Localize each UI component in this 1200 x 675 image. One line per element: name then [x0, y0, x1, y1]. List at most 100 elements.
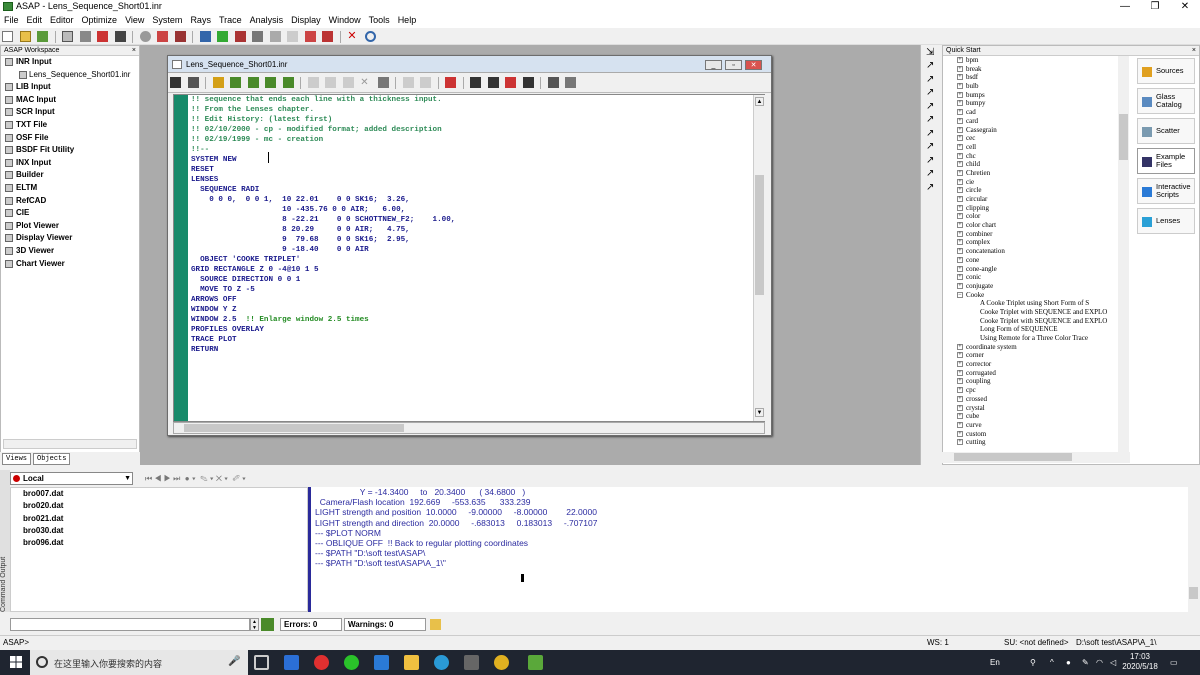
volume-icon[interactable]: ◁ [1110, 658, 1116, 667]
quickstart-close-icon[interactable]: × [1192, 46, 1196, 56]
expand-icon[interactable]: + [957, 395, 963, 402]
expand-icon[interactable]: + [957, 361, 963, 368]
expand-icon[interactable]: + [957, 83, 963, 90]
quickstart-vscroll-thumb[interactable] [1119, 114, 1128, 160]
tray-expand-icon[interactable]: ^ [1050, 658, 1054, 667]
run-line-icon[interactable] [282, 77, 294, 88]
maximize-button[interactable]: ❐ [1140, 0, 1170, 14]
expand-icon[interactable]: + [957, 100, 963, 107]
run-file-icon[interactable] [230, 77, 242, 88]
copy-icon[interactable] [325, 77, 337, 88]
minimize-button[interactable]: — [1110, 0, 1140, 14]
file-list-item[interactable]: bro096.dat [11, 537, 307, 549]
expand-icon[interactable]: + [957, 161, 963, 168]
expand-icon[interactable]: + [957, 256, 963, 263]
output-vscroll-thumb[interactable] [1189, 587, 1198, 599]
wifi-icon[interactable]: ◠ [1096, 658, 1103, 667]
app-sync-icon[interactable] [434, 655, 449, 670]
expand-icon[interactable]: + [957, 143, 963, 150]
quickstart-item[interactable]: + color chart [942, 221, 1130, 230]
bookmark-icon[interactable] [445, 77, 457, 88]
editor-vscroll[interactable]: ▲ ▼ [753, 95, 765, 421]
chrome-icon[interactable] [494, 655, 509, 670]
workspace-hscroll[interactable] [3, 439, 137, 449]
file-explorer-icon[interactable] [404, 655, 419, 670]
workspace-item[interactable]: Builder [1, 169, 139, 182]
quickstart-item[interactable]: + corrugated [942, 369, 1130, 378]
menu-editor[interactable]: Editor [46, 14, 78, 25]
save-all-icon[interactable] [187, 77, 199, 88]
expand-icon[interactable]: + [957, 65, 963, 72]
quickstart-item[interactable]: + Chretien [942, 169, 1130, 178]
code-editor[interactable]: !! sequence that ends each line with a t… [173, 94, 765, 422]
app-star-icon[interactable] [374, 655, 389, 670]
quickstart-button[interactable]: Sources [1137, 58, 1195, 84]
quickstart-item[interactable]: + cpc [942, 386, 1130, 395]
wechat-icon[interactable] [344, 655, 359, 670]
stop-icon[interactable]: ✕ [347, 31, 358, 42]
cut-icon[interactable] [307, 77, 319, 88]
app-red-icon[interactable] [314, 655, 329, 670]
expand-icon[interactable]: + [957, 387, 963, 394]
editor-hscroll[interactable] [173, 422, 765, 434]
menu-system[interactable]: System [148, 14, 186, 25]
print-icon[interactable] [252, 31, 264, 42]
tool-arrow-icon[interactable]: ↗ [926, 129, 938, 139]
quickstart-hscroll-thumb[interactable] [954, 453, 1072, 461]
quickstart-item[interactable]: + cie [942, 178, 1130, 187]
new-file-icon[interactable] [2, 31, 13, 42]
delete-icon[interactable]: ✕ [360, 77, 371, 88]
workspace-item[interactable]: Chart Viewer [1, 258, 139, 271]
bar-chart-icon[interactable] [199, 31, 211, 42]
expand-icon[interactable]: + [957, 74, 963, 81]
expand-icon[interactable]: + [957, 91, 963, 98]
find-next-icon[interactable] [487, 77, 499, 88]
code-text[interactable]: !! sequence that ends each line with a t… [191, 95, 751, 421]
ime-indicator[interactable]: En [990, 658, 1000, 667]
quickstart-item[interactable]: + circular [942, 195, 1130, 204]
tool-arrow-icon[interactable]: ↗ [926, 169, 938, 179]
workspace-item[interactable]: LIB Input [1, 81, 139, 94]
editor-close-button[interactable]: ✕ [745, 60, 762, 70]
quickstart-item[interactable]: A Cooke Triplet using Short Form of S [942, 299, 1130, 308]
quickstart-item[interactable]: + child [942, 160, 1130, 169]
menu-trace[interactable]: Trace [215, 14, 246, 25]
find-icon[interactable] [470, 77, 482, 88]
file-list-item[interactable]: bro007.dat [11, 488, 307, 500]
tool-arrow-icon[interactable]: ↗ [926, 156, 938, 166]
plot-icon[interactable] [97, 31, 109, 42]
workspace-item[interactable]: Lens_Sequence_Short01.inr [1, 69, 139, 82]
quickstart-item[interactable]: + bsdf [942, 73, 1130, 82]
asap-taskbar-icon[interactable] [528, 655, 543, 670]
quickstart-item[interactable]: Cooke Triplet with SEQUENCE and EXPLO [942, 317, 1130, 326]
expand-icon[interactable]: + [957, 57, 963, 63]
tab-objects[interactable]: Objects [33, 453, 71, 465]
tab-views[interactable]: Views [2, 453, 32, 465]
menu-optimize[interactable]: Optimize [78, 14, 122, 25]
tool-arrow-icon[interactable]: ↗ [926, 88, 938, 98]
quickstart-item[interactable]: + cad [942, 108, 1130, 117]
workspace-item[interactable]: SCR Input [1, 106, 139, 119]
workspace-item[interactable]: CIE [1, 207, 139, 220]
expand-icon[interactable]: + [957, 117, 963, 124]
quickstart-vscroll[interactable] [1118, 56, 1129, 454]
menu-file[interactable]: File [0, 14, 23, 25]
wand-icon[interactable] [217, 31, 229, 42]
editor-maximize-button[interactable]: ▫ [725, 60, 742, 70]
expand-icon[interactable]: + [957, 196, 963, 202]
workspace-item[interactable]: Plot Viewer [1, 220, 139, 233]
run-selection-icon[interactable] [247, 77, 259, 88]
notification-icon[interactable]: ▭ [1170, 658, 1178, 667]
expand-icon[interactable]: + [957, 282, 963, 289]
quickstart-item[interactable]: + cone [942, 256, 1130, 265]
expand-icon[interactable]: + [957, 265, 963, 272]
command-spinner[interactable]: ▲ ▼ [250, 618, 259, 631]
menu-help[interactable]: Help [394, 14, 421, 25]
workspace-item[interactable]: ELTM [1, 182, 139, 195]
quickstart-item[interactable]: + crystal [942, 404, 1130, 413]
n-icon[interactable] [234, 31, 246, 42]
format-icon[interactable] [565, 77, 577, 88]
tool-pin-icon[interactable]: ⇲ [926, 48, 938, 58]
workspace-item[interactable]: Display Viewer [1, 232, 139, 245]
workspace-item[interactable]: INR Input [1, 56, 139, 69]
